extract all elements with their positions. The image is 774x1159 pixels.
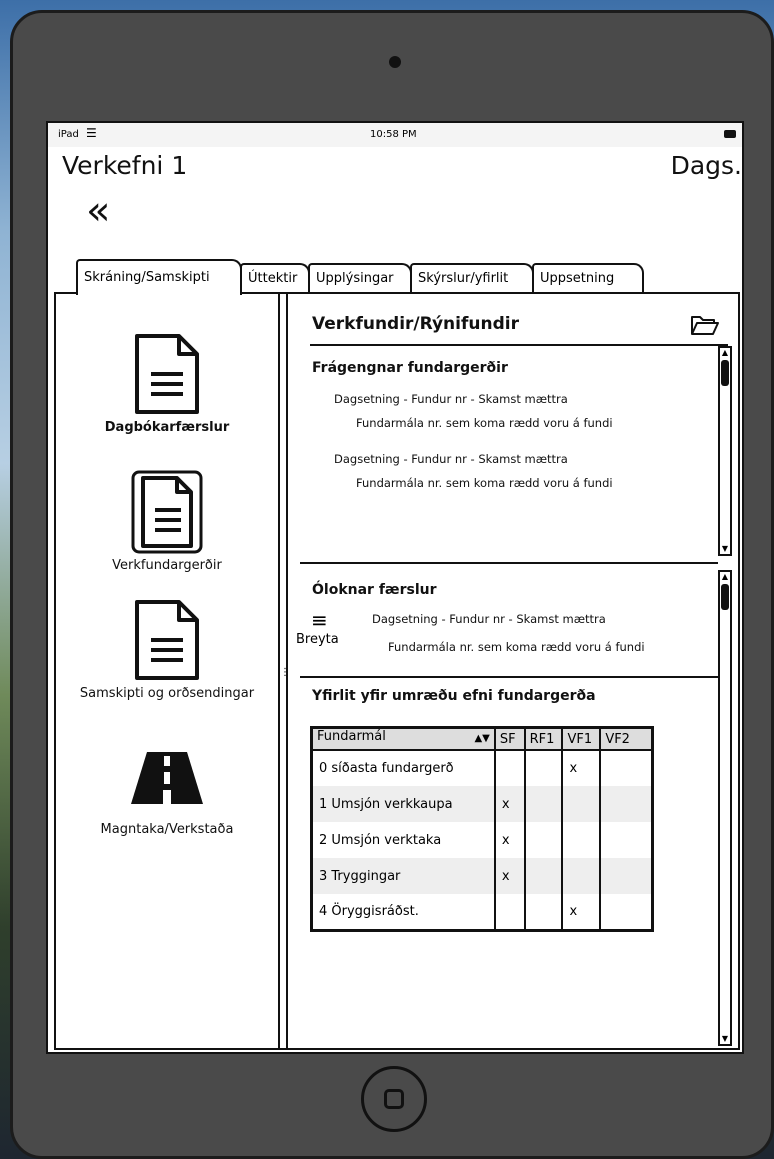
folder-open-icon[interactable] — [690, 314, 720, 336]
road-icon — [131, 752, 203, 804]
section-title-open-entries: Óloknar færslur — [312, 582, 437, 598]
section-divider — [310, 344, 728, 346]
section-divider — [300, 562, 718, 564]
tab-skraning[interactable]: Skráning/Samskipti — [76, 259, 242, 295]
table-cell: 0 síðasta fundargerð — [310, 750, 496, 786]
column-header-fundarmal[interactable]: Fundarmál ▲▼ — [310, 726, 496, 751]
hamburger-menu-icon[interactable]: ≡ — [311, 610, 328, 630]
tab-bar: Skráning/Samskipti Úttektir Upplýsingar … — [76, 259, 716, 295]
sidebar-item-dagbok[interactable]: Dagbókarfærslur — [56, 332, 278, 435]
scroll-up-icon[interactable]: ▲ — [720, 572, 730, 582]
home-square-icon — [384, 1089, 404, 1109]
document-icon — [131, 470, 203, 554]
tab-uttektir[interactable]: Úttektir — [240, 263, 310, 293]
tab-uppsetning[interactable]: Uppsetning — [532, 263, 644, 293]
column-header-label: Fundarmál — [317, 729, 386, 744]
table-cell: x — [561, 750, 602, 786]
tab-skyrslur[interactable]: Skýrslur/yfirlit — [410, 263, 534, 293]
wifi-icon: ☰ — [86, 126, 97, 140]
table-cell — [523, 894, 564, 930]
table-row[interactable]: 0 síðasta fundargerð x — [310, 750, 654, 786]
status-bar: iPad ☰ 10:58 PM — [48, 123, 742, 147]
table-cell — [561, 858, 602, 894]
table-cell — [523, 786, 564, 822]
section-title-summary: Yfirlit yfir umræðu efni fundargerða — [312, 688, 596, 704]
table-cell — [599, 822, 654, 858]
table-cell: x — [493, 822, 526, 858]
sort-icon[interactable]: ▲▼ — [474, 729, 489, 749]
scroll-thumb[interactable] — [721, 360, 729, 386]
table-cell: 2 Umsjón verktaka — [310, 822, 496, 858]
sidebar-item-label: Magntaka/Verkstaða — [100, 822, 234, 837]
tab-upplysingar[interactable]: Upplýsingar — [308, 263, 412, 293]
scrollbar-past-minutes[interactable]: ▲ ▼ — [718, 346, 732, 556]
table-cell: x — [493, 786, 526, 822]
document-icon — [135, 334, 199, 414]
open-entry-topics[interactable]: Fundarmála nr. sem koma rædd voru á fund… — [388, 640, 645, 654]
table-cell: 3 Tryggingar — [310, 858, 496, 894]
sidebar: Dagbókarfærslur Verkfundargerðir Samskip… — [56, 294, 278, 1048]
scroll-down-icon[interactable]: ▼ — [720, 1034, 730, 1044]
section-divider — [300, 676, 718, 678]
open-entry-line[interactable]: Dagsetning - Fundur nr - Skamst mættra — [372, 612, 606, 626]
table-cell — [493, 750, 526, 786]
table-cell — [523, 858, 564, 894]
table-cell — [523, 822, 564, 858]
sidebar-item-label: Samskipti og orðsendingar — [79, 686, 255, 701]
scroll-up-icon[interactable]: ▲ — [720, 348, 730, 358]
edit-button[interactable]: Breyta — [296, 632, 339, 647]
date-label: Dags. — [670, 151, 742, 180]
table-row[interactable]: 1 Umsjón verkkaupa x — [310, 786, 654, 822]
table-cell — [561, 822, 602, 858]
column-header-vf2[interactable]: VF2 — [599, 726, 654, 751]
table-row[interactable]: 4 Öryggisráðst. x — [310, 894, 654, 930]
table-cell: x — [493, 858, 526, 894]
table-cell — [599, 858, 654, 894]
table-header-row: Fundarmál ▲▼ SF RF1 VF1 VF2 — [310, 726, 654, 751]
scrollbar-main[interactable]: ▲ ▼ — [718, 570, 732, 1046]
table-cell — [561, 786, 602, 822]
meeting-line[interactable]: Dagsetning - Fundur nr - Skamst mættra — [334, 452, 568, 466]
table-row[interactable]: 2 Umsjón verktaka x — [310, 822, 654, 858]
sidebar-item-samskipti[interactable]: Samskipti og orðsendingar — [56, 598, 278, 701]
sidebar-item-magntaka[interactable]: Magntaka/Verkstaða — [56, 750, 278, 837]
meeting-topics[interactable]: Fundarmála nr. sem koma rædd voru á fund… — [356, 416, 613, 430]
table-cell — [599, 786, 654, 822]
meeting-topics[interactable]: Fundarmála nr. sem koma rædd voru á fund… — [356, 476, 613, 490]
page-title: Verkfundir/Rýnifundir — [312, 314, 519, 334]
project-title: Verkefni 1 — [62, 151, 188, 180]
scroll-down-icon[interactable]: ▼ — [720, 544, 730, 554]
main-panel: Verkfundir/Rýnifundir Frágengnar fundarg… — [288, 294, 740, 1048]
scroll-thumb[interactable] — [721, 584, 729, 610]
document-icon — [135, 600, 199, 680]
summary-table: Fundarmál ▲▼ SF RF1 VF1 VF2 0 síðasta fun… — [310, 726, 654, 932]
table-cell — [493, 894, 526, 930]
status-time: 10:58 PM — [370, 129, 417, 140]
table-cell: 4 Öryggisráðst. — [310, 894, 496, 930]
table-cell — [599, 894, 654, 930]
sidebar-item-verkfundargerdir[interactable]: Verkfundargerðir — [56, 470, 278, 573]
column-header-vf1[interactable]: VF1 — [561, 726, 602, 751]
sidebar-item-label: Dagbókarfærslur — [104, 420, 230, 435]
carrier-label: iPad — [58, 129, 79, 140]
column-header-sf[interactable]: SF — [493, 726, 526, 751]
table-cell — [599, 750, 654, 786]
content-area: Dagbókarfærslur Verkfundargerðir Samskip… — [54, 292, 740, 1050]
table-cell: x — [561, 894, 602, 930]
sidebar-item-label: Verkfundargerðir — [112, 558, 222, 573]
battery-icon — [724, 130, 736, 138]
back-icon[interactable]: « — [86, 191, 110, 231]
home-button[interactable] — [361, 1066, 427, 1132]
table-cell — [523, 750, 564, 786]
camera — [389, 56, 401, 68]
section-title-past-minutes: Frágengnar fundargerðir — [312, 360, 508, 376]
table-row[interactable]: 3 Tryggingar x — [310, 858, 654, 894]
screen: iPad ☰ 10:58 PM Verkefni 1 Dags. « Skrán… — [46, 121, 744, 1054]
table-cell: 1 Umsjón verkkaupa — [310, 786, 496, 822]
column-header-rf1[interactable]: RF1 — [523, 726, 564, 751]
meeting-line[interactable]: Dagsetning - Fundur nr - Skamst mættra — [334, 392, 568, 406]
